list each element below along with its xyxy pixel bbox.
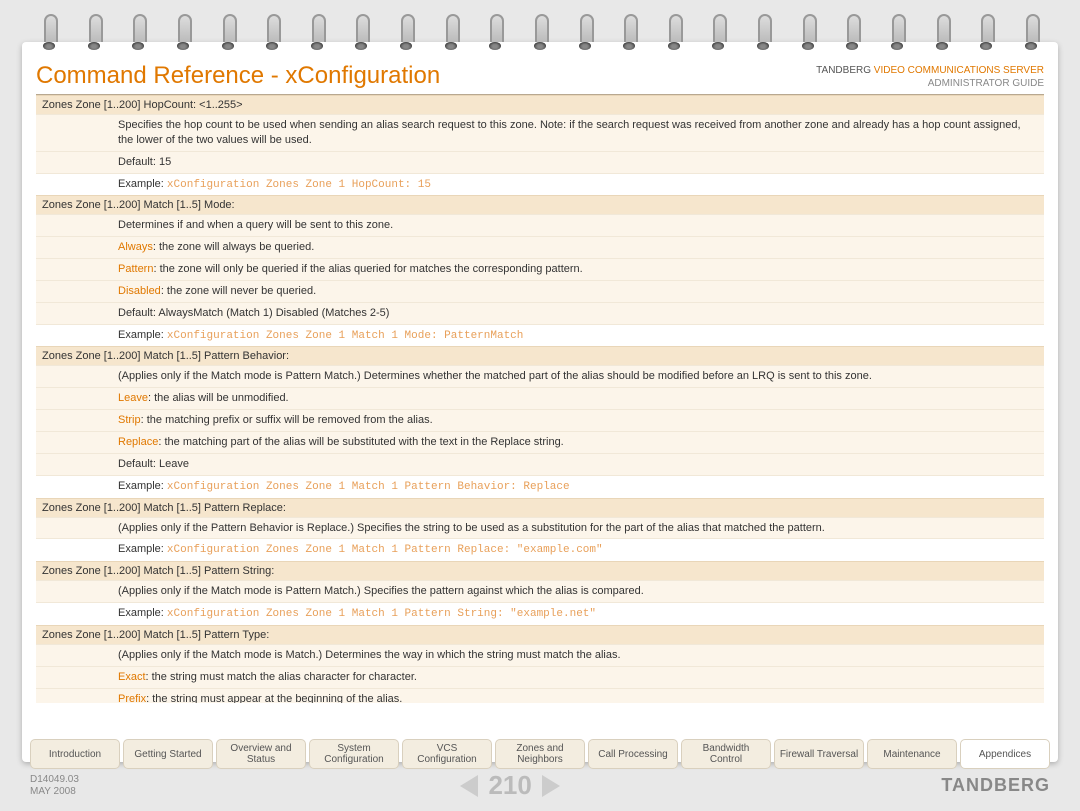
- config-example: Example: xConfiguration Zones Zone 1 Mat…: [36, 602, 1044, 625]
- config-desc: (Applies only if the Match mode is Match…: [36, 644, 1044, 666]
- doc-type: ADMINISTRATOR GUIDE: [816, 77, 1044, 90]
- config-desc: Default: AlwaysMatch (Match 1) Disabled …: [36, 302, 1044, 324]
- config-desc: Strip: the matching prefix or suffix wil…: [36, 409, 1044, 431]
- nav-tab[interactable]: VCS Configuration: [402, 739, 492, 769]
- config-desc: Exact: the string must match the alias c…: [36, 666, 1044, 688]
- config-heading: Zones Zone [1..200] Match [1..5] Pattern…: [36, 346, 1044, 365]
- page: Command Reference - xConfiguration TANDB…: [22, 42, 1058, 762]
- nav-tabs: IntroductionGetting StartedOverview and …: [30, 739, 1050, 769]
- next-page-icon[interactable]: [542, 775, 560, 797]
- config-desc: Determines if and when a query will be s…: [36, 214, 1044, 236]
- config-heading: Zones Zone [1..200] HopCount: <1..255>: [36, 95, 1044, 114]
- config-example: Example: xConfiguration Zones Zone 1 Mat…: [36, 538, 1044, 561]
- nav-tab[interactable]: Introduction: [30, 739, 120, 769]
- config-example: Example: xConfiguration Zones Zone 1 Mat…: [36, 324, 1044, 347]
- page-footer: D14049.03 MAY 2008 210 TANDBERG: [30, 770, 1050, 801]
- config-desc: Replace: the matching part of the alias …: [36, 431, 1044, 453]
- config-desc: Specifies the hop count to be used when …: [36, 114, 1044, 151]
- brand-name: TANDBERG: [816, 65, 871, 76]
- config-example: Example: xConfiguration Zones Zone 1 Hop…: [36, 173, 1044, 196]
- doc-date: MAY 2008: [30, 786, 79, 798]
- brand-logo: TANDBERG: [941, 775, 1050, 796]
- nav-tab[interactable]: Appendices: [960, 739, 1050, 769]
- config-desc: Default: 15: [36, 151, 1044, 173]
- config-heading: Zones Zone [1..200] Match [1..5] Mode:: [36, 195, 1044, 214]
- nav-tab[interactable]: Call Processing: [588, 739, 678, 769]
- config-heading: Zones Zone [1..200] Match [1..5] Pattern…: [36, 561, 1044, 580]
- config-desc: Leave: the alias will be unmodified.: [36, 387, 1044, 409]
- nav-tab[interactable]: System Configuration: [309, 739, 399, 769]
- product-name: VIDEO COMMUNICATIONS SERVER: [874, 65, 1044, 76]
- config-desc: Default: Leave: [36, 453, 1044, 475]
- nav-tab[interactable]: Overview and Status: [216, 739, 306, 769]
- config-example: Example: xConfiguration Zones Zone 1 Mat…: [36, 475, 1044, 498]
- nav-tab[interactable]: Bandwidth Control: [681, 739, 771, 769]
- pager: 210: [460, 770, 559, 801]
- header-right: TANDBERG VIDEO COMMUNICATIONS SERVER ADM…: [816, 64, 1044, 90]
- prev-page-icon[interactable]: [460, 775, 478, 797]
- config-heading: Zones Zone [1..200] Match [1..5] Pattern…: [36, 498, 1044, 517]
- config-desc: (Applies only if the Match mode is Patte…: [36, 580, 1044, 602]
- doc-id: D14049.03: [30, 774, 79, 786]
- page-title: Command Reference - xConfiguration: [36, 62, 440, 90]
- page-number: 210: [488, 770, 531, 801]
- config-desc: Always: the zone will always be queried.: [36, 236, 1044, 258]
- content-area: Zones Zone [1..200] HopCount: <1..255>Sp…: [36, 95, 1044, 703]
- config-desc: Disabled: the zone will never be queried…: [36, 280, 1044, 302]
- config-desc: (Applies only if the Match mode is Patte…: [36, 365, 1044, 387]
- nav-tab[interactable]: Firewall Traversal: [774, 739, 864, 769]
- nav-tab[interactable]: Zones and Neighbors: [495, 739, 585, 769]
- config-desc: Prefix: the string must appear at the be…: [36, 688, 1044, 703]
- nav-tab[interactable]: Maintenance: [867, 739, 957, 769]
- config-desc: (Applies only if the Pattern Behavior is…: [36, 517, 1044, 539]
- config-desc: Pattern: the zone will only be queried i…: [36, 258, 1044, 280]
- doc-meta: D14049.03 MAY 2008: [30, 774, 79, 798]
- page-header: Command Reference - xConfiguration TANDB…: [36, 62, 1044, 90]
- config-heading: Zones Zone [1..200] Match [1..5] Pattern…: [36, 625, 1044, 644]
- nav-tab[interactable]: Getting Started: [123, 739, 213, 769]
